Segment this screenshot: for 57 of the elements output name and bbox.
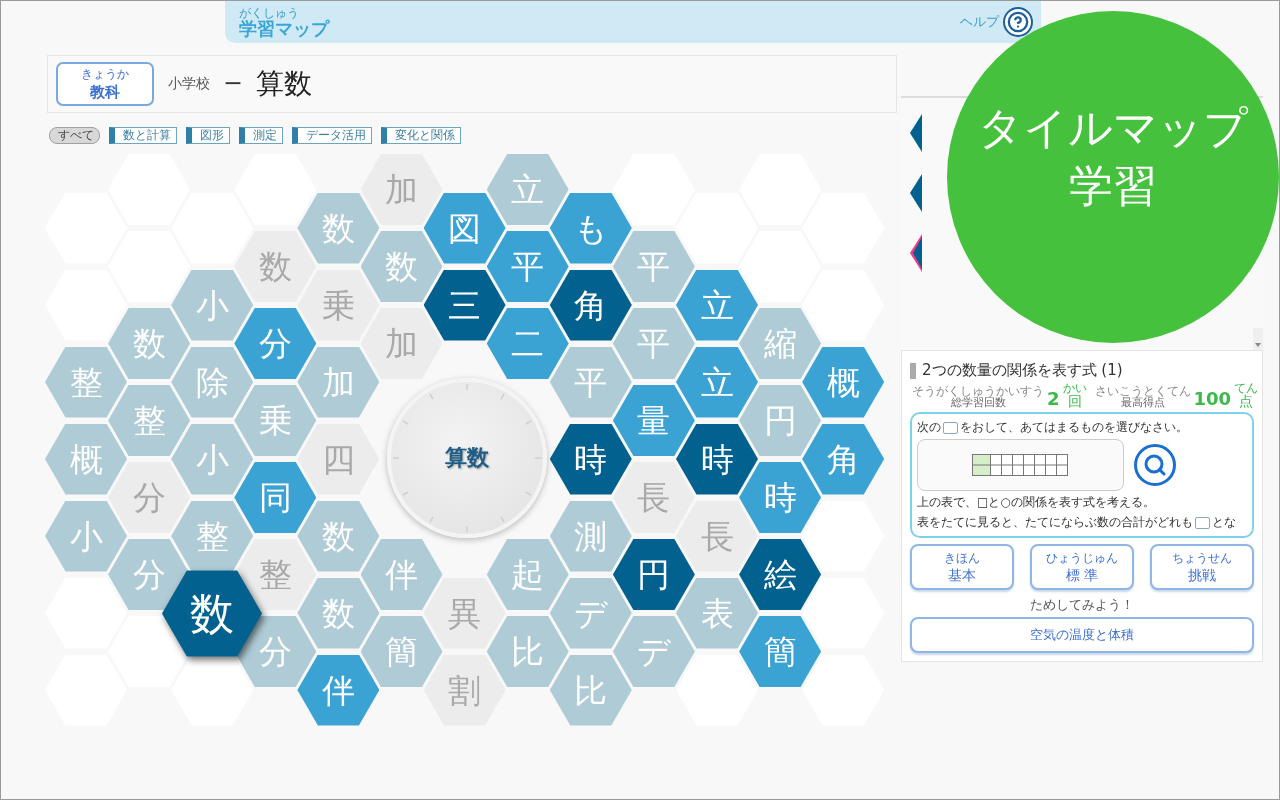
kanji-tile[interactable]: 四 bbox=[297, 423, 380, 495]
furigana: そうがくしゅうかいすう bbox=[912, 385, 1044, 397]
kanji-tile[interactable]: 比 bbox=[549, 654, 632, 726]
filter-chip[interactable]: データ活用 bbox=[292, 127, 372, 144]
kanji-tile[interactable]: 概 bbox=[45, 423, 127, 495]
title-marker bbox=[910, 362, 916, 379]
stat-value: 2 bbox=[1047, 390, 1060, 408]
kanji-tile[interactable]: 時 bbox=[549, 423, 632, 495]
search-icon bbox=[1143, 453, 1167, 477]
question-text: をおして、あてはまるものを選びなさい。 bbox=[960, 419, 1188, 436]
kanji-tile[interactable]: 小 bbox=[45, 500, 127, 572]
kanji-tile[interactable]: 伴 bbox=[297, 654, 380, 726]
furigana: がくしゅう bbox=[239, 6, 299, 19]
filter-chip[interactable]: 数と計算 bbox=[109, 127, 177, 144]
scrollbar[interactable] bbox=[1253, 328, 1263, 350]
kanji-tile[interactable]: 整 bbox=[45, 346, 127, 418]
kanji-tile[interactable]: 角 bbox=[802, 423, 885, 495]
subject-button[interactable]: きょうか 教科 bbox=[56, 62, 154, 106]
filter-chip[interactable]: 測定 bbox=[239, 127, 283, 144]
help-icon bbox=[1007, 11, 1029, 33]
stat-unit: 回 bbox=[1067, 394, 1082, 408]
subject-title: 算数 bbox=[256, 66, 312, 102]
filter-chip[interactable]: 変化と関係 bbox=[381, 127, 461, 144]
level-button[interactable]: きほん 基本 bbox=[910, 544, 1014, 590]
help-button[interactable] bbox=[1003, 7, 1033, 37]
level-button[interactable]: ひょうじゅん 標 準 bbox=[1030, 544, 1134, 590]
kanji-tile[interactable]: 立 bbox=[486, 154, 569, 225]
furigana: てん bbox=[1234, 382, 1259, 394]
furigana: さいこうとくてん bbox=[1094, 385, 1191, 397]
stat-unit: 点 bbox=[1239, 394, 1254, 408]
stat-label: 総学習回数 bbox=[950, 397, 1006, 408]
furigana: かい bbox=[1062, 382, 1087, 394]
badge-text: 学習 bbox=[1069, 162, 1157, 211]
answer-blank-icon bbox=[943, 421, 958, 434]
stat-value: 100 bbox=[1193, 390, 1232, 408]
filter-chip[interactable]: 図形 bbox=[186, 127, 230, 144]
app-title: 学習マップ bbox=[239, 19, 329, 38]
kanji-tile[interactable]: 概 bbox=[802, 346, 885, 418]
zoom-button[interactable] bbox=[1134, 444, 1176, 486]
badge-text: タイルマップ bbox=[978, 103, 1248, 152]
school-level: 小学校 bbox=[168, 75, 210, 93]
question-text: 表をたてに見ると、たてにならぶ数の合計がどれも bbox=[917, 514, 1193, 531]
question-text: 次の bbox=[917, 419, 941, 436]
lesson-title: 2つの数量の関係を表す式 (1) bbox=[922, 361, 1123, 380]
separator-dash: ー bbox=[224, 72, 242, 96]
subject-hub-button[interactable]: 算数 bbox=[387, 378, 547, 538]
question-text: とな bbox=[1212, 514, 1236, 531]
filter-chip[interactable]: すべて bbox=[49, 127, 100, 144]
question-text: 上の表で、□と○の関係を表す式を考える。 bbox=[917, 494, 1156, 511]
level-button[interactable]: ちょうせん 挑戦 bbox=[1150, 544, 1254, 590]
kanji-tile[interactable]: 割 bbox=[423, 654, 506, 726]
related-lesson-button[interactable]: 空気の温度と体積 bbox=[910, 617, 1254, 653]
answer-blank-icon bbox=[1195, 516, 1210, 529]
help-label: ヘルプ bbox=[960, 13, 999, 31]
kanji-tile[interactable]: 加 bbox=[360, 154, 443, 225]
try-prompt: ためしてみよう！ bbox=[1029, 596, 1135, 614]
stat-label: 最高得点 bbox=[1120, 397, 1165, 408]
